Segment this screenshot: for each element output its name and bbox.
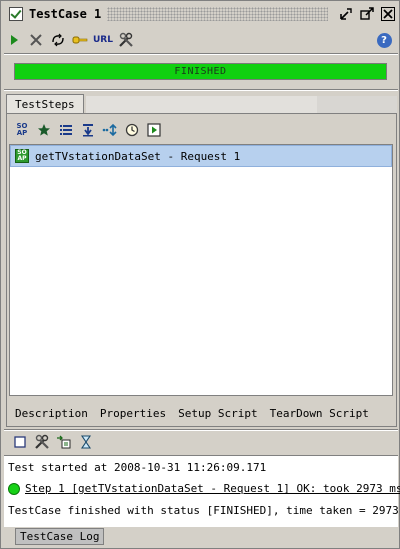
restore-icon [340,8,352,20]
testcase-window: TestCase 1 URL ? FINISHED TestSteps SO A… [0,0,400,549]
bottom-tabs: Description Properties Setup Script Tear… [15,404,381,422]
tab-filler [85,96,317,114]
clock-icon [125,123,139,137]
log-options-button[interactable] [33,433,51,451]
soap-step-icon-bottom: AP [17,155,27,162]
credentials-button[interactable] [71,31,89,49]
restore-button[interactable] [337,6,355,22]
export-log-button[interactable] [55,433,73,451]
steps-toolbar: SO AP [13,120,167,140]
down-arrow-icon [83,124,93,137]
log-step-link[interactable]: Step 1 [getTVstationDataSet - Request 1]… [25,482,400,495]
run-icon [11,35,18,45]
teststeps-list[interactable]: SO AP getTVstationDataSet - Request 1 [9,144,393,396]
close-icon [381,7,395,21]
log-divider [4,429,398,431]
star-icon [38,124,50,136]
tab-teststeps[interactable]: TestSteps [6,94,84,114]
soap-request-icon: SO AP [17,123,28,137]
export-icon [57,435,71,449]
soap-step-icon: SO AP [15,149,29,163]
close-button[interactable] [379,6,397,22]
log-line-step[interactable]: Step 1 [getTVstationDataSet - Request 1]… [8,482,400,495]
tab-teardown-script[interactable]: TearDown Script [270,407,369,420]
tab-description[interactable]: Description [15,407,88,420]
add-star-step-button[interactable] [35,121,53,139]
progress-divider [4,89,398,91]
run-step-button[interactable] [145,121,163,139]
tab-setup-script[interactable]: Setup Script [178,407,257,420]
log-line-start: Test started at 2008-10-31 11:26:09.171 [8,461,267,474]
url-button[interactable]: URL [93,31,113,49]
clear-icon [14,436,26,448]
run-progress-bar: FINISHED [14,63,387,80]
toolbar-divider [4,53,398,55]
clear-log-button[interactable] [11,433,29,451]
key-icon [72,36,88,44]
tools-icon [119,32,133,47]
tools-icon [35,434,49,449]
log-output[interactable]: Test started at 2008-10-31 11:26:09.171 … [4,455,400,527]
help-icon: ? [376,32,392,48]
help-button[interactable]: ? [375,31,393,49]
transfer-step-button[interactable] [101,121,119,139]
teststeps-panel: SO AP SO AP getTVstationDataSet - Reques… [6,113,397,427]
log-line-finish: TestCase finished with status [FINISHED]… [8,504,399,517]
url-icon: URL [93,35,113,45]
list-icon [60,125,72,135]
tab-testcase-log[interactable]: TestCase Log [15,528,105,545]
title-bar: TestCase 1 [3,4,397,24]
run-button[interactable] [5,31,23,49]
status-ok-icon [8,482,20,495]
help-label: ? [381,34,387,46]
progress-status-text: FINISHED [174,66,227,77]
title-drag-area[interactable] [107,7,328,21]
window-title: TestCase 1 [29,7,102,21]
hourglass-button[interactable] [77,433,95,451]
loop-icon [52,33,64,47]
soap-request-icon-bottom: AP [16,129,28,137]
tab-filler-end [317,96,397,114]
add-soap-request-button[interactable]: SO AP [13,121,31,139]
loop-button[interactable] [49,31,67,49]
move-down-button[interactable] [79,121,97,139]
list-item[interactable]: SO AP getTVstationDataSet - Request 1 [10,145,392,167]
log-toolbar [11,433,99,451]
run-step-icon [147,123,161,137]
tools-button[interactable] [117,31,135,49]
check-icon [9,7,23,21]
main-toolbar: URL ? [5,30,397,50]
add-list-step-button[interactable] [57,121,75,139]
cancel-button[interactable] [27,31,45,49]
tab-properties[interactable]: Properties [100,407,166,420]
cancel-icon [30,34,42,46]
maximize-button[interactable] [358,6,376,22]
dots-arrow-icon [102,123,117,137]
maximize-icon [360,7,374,20]
steps-tabstrip: TestSteps [6,94,397,114]
list-item-label: getTVstationDataSet - Request 1 [35,149,241,163]
delay-step-button[interactable] [123,121,141,139]
hourglass-icon [80,435,92,449]
